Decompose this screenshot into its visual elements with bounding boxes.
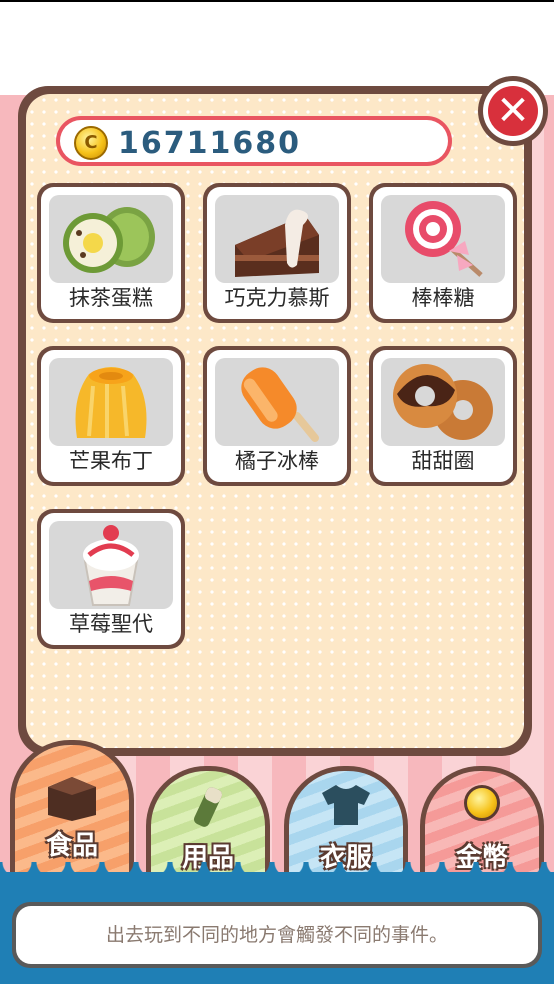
status-bar [0,0,554,2]
coin-balance-bar: C 16711680 [56,116,452,166]
hint-box: 出去玩到不同的地方會觸發不同的事件。 [12,902,542,968]
gold-coin-icon [464,785,500,821]
shirt-icon [322,785,370,825]
item-label: 甜甜圈 [411,449,475,473]
orange-popsicle-icon [215,358,339,446]
hint-text: 出去玩到不同的地方會觸發不同的事件。 [16,906,538,964]
item-label: 抹茶蛋糕 [69,286,153,310]
item-matcha-cake[interactable]: 抹茶蛋糕 [37,183,185,323]
coin-balance: 16711680 [118,126,301,161]
strawberry-sundae-icon [49,521,173,609]
coin-icon: C [74,126,108,160]
lollipop-icon [381,195,505,283]
close-icon: ✕ [488,86,538,136]
mango-pudding-icon [49,358,173,446]
item-mango-pudding[interactable]: 芒果布丁 [37,346,185,486]
item-donut[interactable]: 甜甜圈 [369,346,517,486]
item-label: 橘子冰棒 [235,449,319,473]
food-box-icon [48,777,96,821]
item-label: 芒果布丁 [69,449,153,473]
item-label: 巧克力慕斯 [224,286,330,310]
item-label: 草莓聖代 [69,612,153,636]
item-orange-popsicle[interactable]: 橘子冰棒 [203,346,351,486]
close-button[interactable]: ✕ [478,76,548,146]
item-label: 棒棒糖 [411,286,475,310]
matcha-roll-cake-icon [49,195,173,283]
item-strawberry-sundae[interactable]: 草莓聖代 [37,509,185,649]
item-chocolate-mousse[interactable]: 巧克力慕斯 [203,183,351,323]
donut-icon [381,358,505,446]
supplies-icon [193,787,223,827]
chocolate-mousse-cake-icon [215,195,339,283]
item-lollipop[interactable]: 棒棒糖 [369,183,517,323]
tab-label: 食品 [45,831,98,861]
